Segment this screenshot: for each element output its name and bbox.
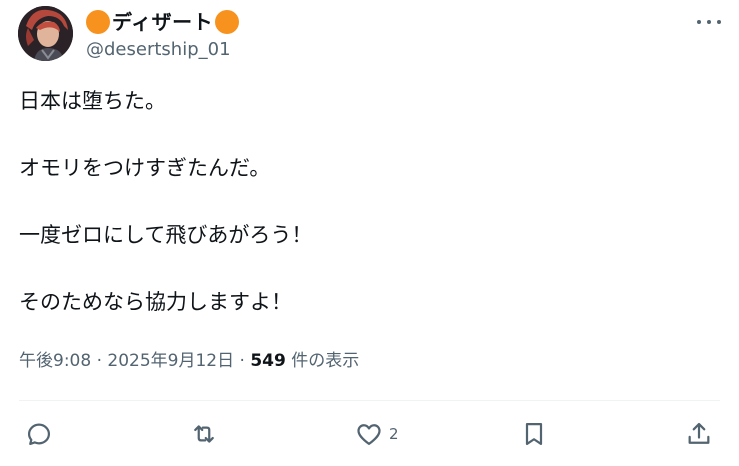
tweet-paragraph: そのためなら協力しますよ！ [19, 290, 292, 314]
divider [19, 400, 720, 401]
orange-circle-emoji-icon [86, 10, 110, 34]
share-button[interactable] [685, 414, 713, 454]
tweet-paragraph: オモリをつけすぎたんだ。 [19, 156, 271, 180]
meta-separator: · [91, 351, 108, 371]
tweet-meta: 午後9:08 · 2025年9月12日 · 549 件の表示 [19, 349, 359, 373]
tweet-card: ディザート @desertship_01 日本は堕ちた。 オモリをつけすぎたんだ… [0, 0, 739, 466]
retweet-button[interactable] [190, 414, 218, 454]
orange-circle-emoji-icon [215, 10, 240, 34]
tweet-paragraph: 一度ゼロにして飛びあがろう！ [19, 223, 313, 247]
tweet-text: 日本は堕ちた。 オモリをつけすぎたんだ。 一度ゼロにして飛びあがろう！ そのため… [19, 86, 719, 354]
tweet-time[interactable]: 午後9:08 [19, 351, 91, 371]
tweet-date[interactable]: 2025年9月12日 [107, 351, 234, 371]
action-bar: 2 [19, 414, 720, 454]
like-count: 2 [389, 425, 399, 443]
like-button[interactable]: 2 [355, 414, 399, 454]
user-handle[interactable]: @desertship_01 [86, 38, 231, 62]
display-name[interactable]: ディザート [112, 9, 213, 35]
avatar-portrait-image [18, 6, 73, 61]
more-options-icon[interactable] [697, 14, 721, 30]
views-label: 件の表示 [285, 351, 360, 371]
reply-icon [27, 423, 51, 446]
meta-separator: · [234, 351, 251, 371]
reply-button[interactable] [25, 414, 53, 454]
heart-icon [357, 424, 381, 446]
retweet-icon [194, 425, 214, 443]
bookmark-button[interactable] [520, 414, 548, 454]
share-icon [688, 422, 710, 444]
bookmark-icon [525, 422, 543, 446]
views-count[interactable]: 549 [250, 351, 286, 371]
avatar[interactable] [18, 6, 73, 61]
name-row: ディザート [86, 9, 240, 35]
tweet-paragraph: 日本は堕ちた。 [19, 89, 166, 113]
